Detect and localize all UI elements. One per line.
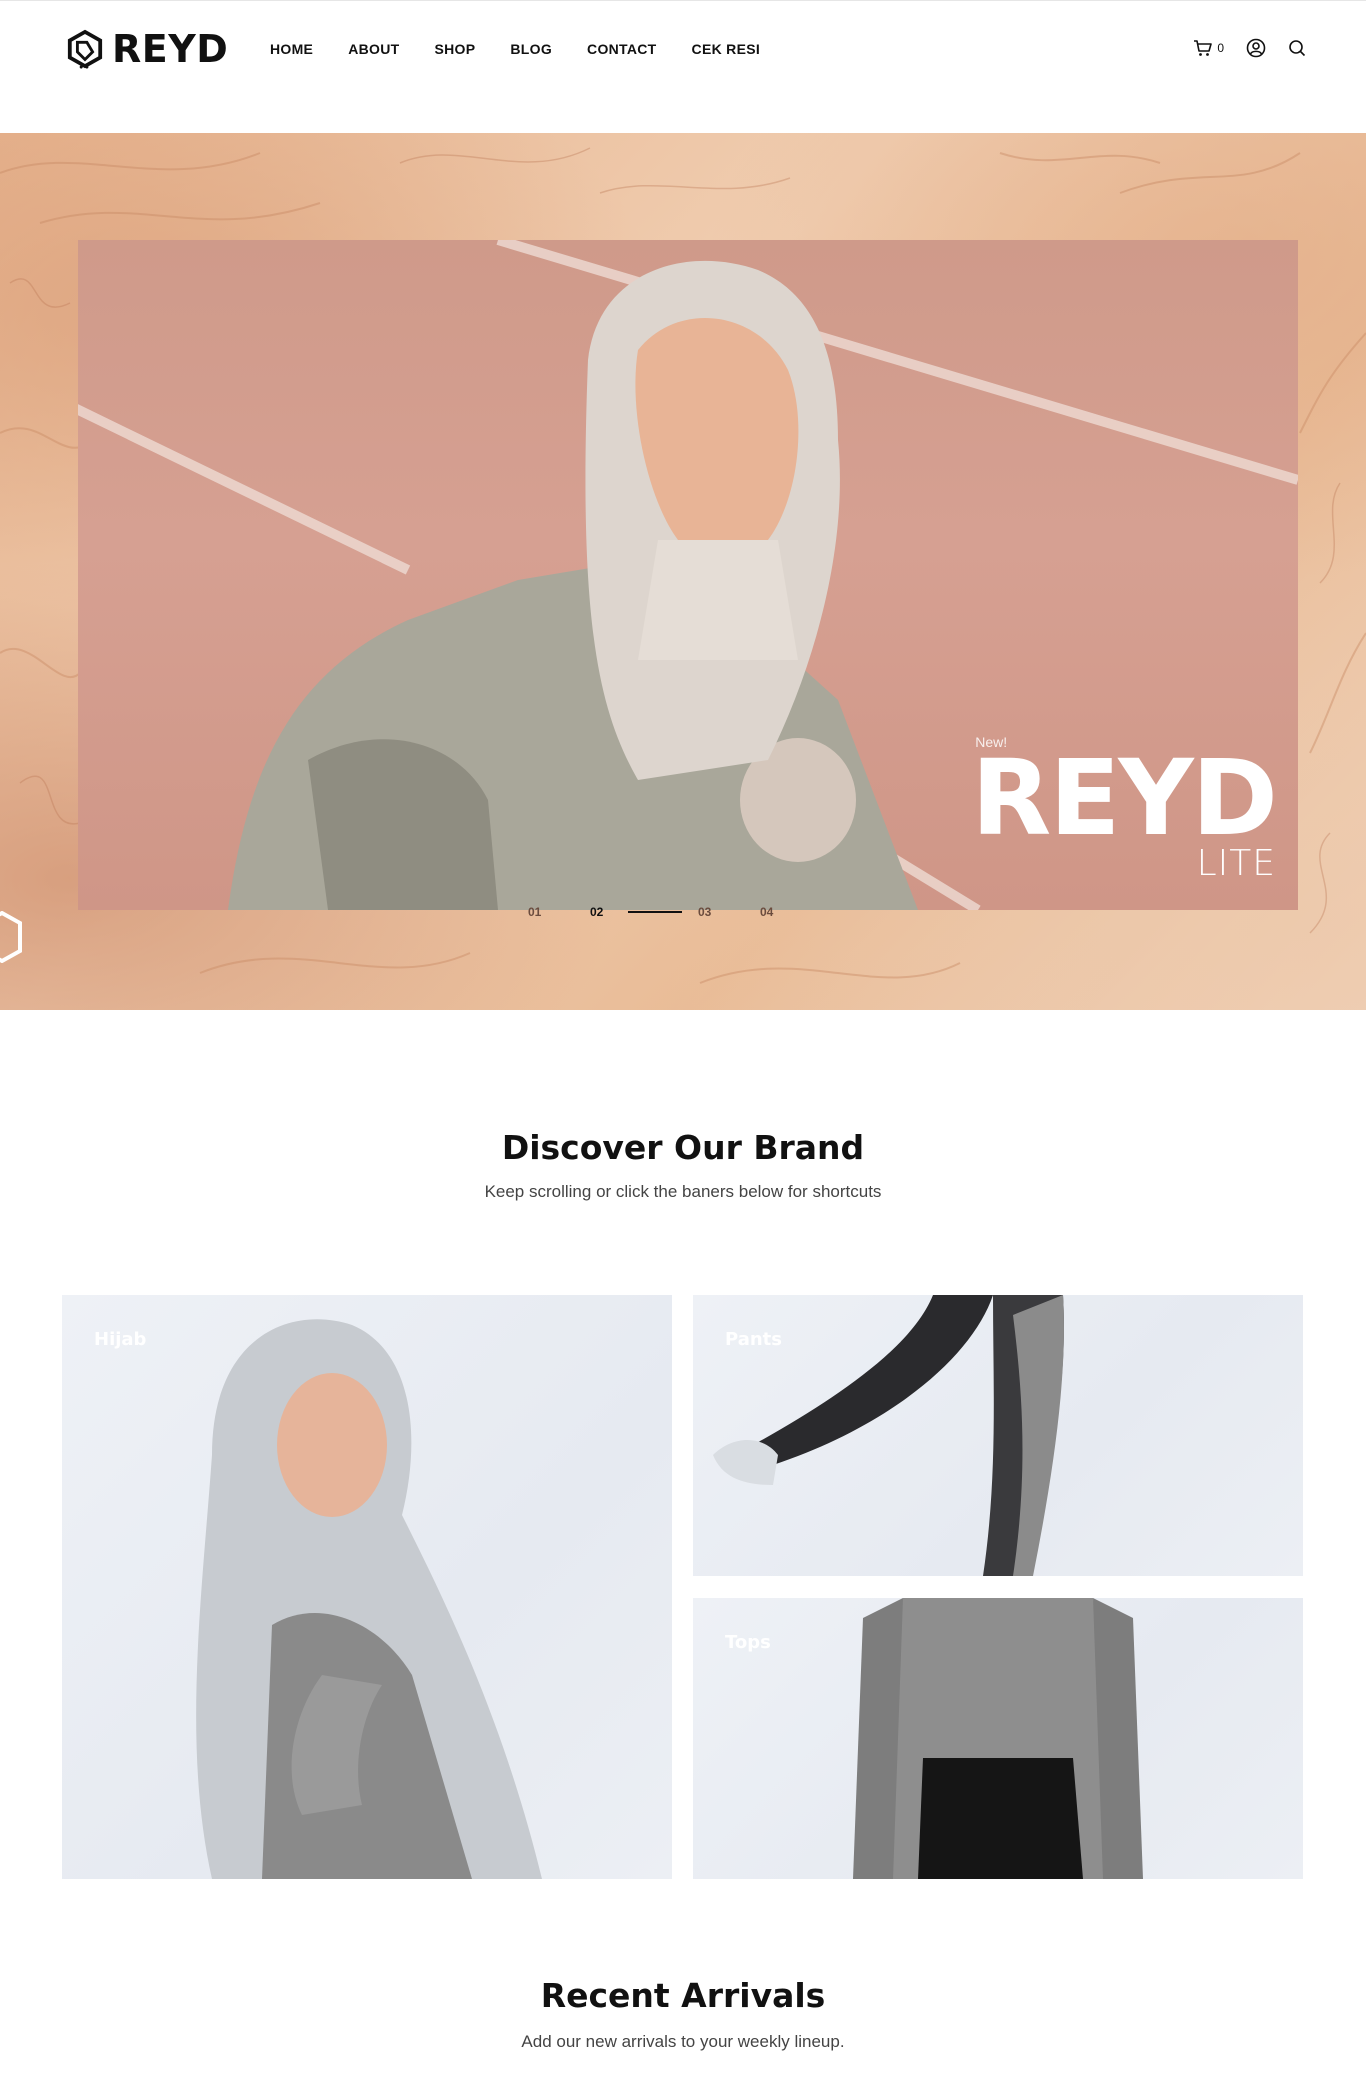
logo[interactable]: REYD <box>66 29 228 69</box>
user-icon[interactable] <box>1246 38 1266 58</box>
nav-home[interactable]: HOME <box>270 41 313 57</box>
cart-icon <box>1193 39 1213 57</box>
nav-cek-resi[interactable]: CEK RESI <box>692 41 761 57</box>
category-tile-hijab[interactable]: Hijab <box>62 1295 672 1879</box>
search-icon[interactable] <box>1288 39 1306 57</box>
category-tile-tops[interactable]: Tops <box>693 1598 1303 1879</box>
hero-slider[interactable]: New! REYD LITE 01 02 03 04 <box>0 133 1366 1010</box>
tops-model-illustration <box>853 1598 1143 1879</box>
pants-model-illustration <box>713 1295 1064 1576</box>
nav-contact[interactable]: CONTACT <box>587 41 657 57</box>
hero-image: New! REYD LITE <box>78 240 1298 910</box>
nav-about[interactable]: ABOUT <box>348 41 399 57</box>
cart-button[interactable]: 0 <box>1193 39 1224 57</box>
discover-subtitle: Keep scrolling or click the baners below… <box>484 1182 882 1201</box>
pager-item-01[interactable]: 01 <box>528 905 590 919</box>
category-tile-pants[interactable]: Pants <box>693 1295 1303 1576</box>
pager-item-04[interactable]: 04 <box>760 905 822 919</box>
logo-mark-icon <box>67 29 103 69</box>
tile-label-tops: Tops <box>725 1632 771 1653</box>
recent-arrivals-subtitle: Add our new arrivals to your weekly line… <box>521 2032 845 2051</box>
site-header: REYD HOME ABOUT SHOP BLOG CONTACT CEK RE… <box>0 0 1366 100</box>
cart-count: 0 <box>1217 41 1224 55</box>
hero-logo-mark-icon <box>0 910 28 968</box>
pager-item-03[interactable]: 03 <box>698 905 760 919</box>
hero-badge: New! REYD LITE <box>971 734 1278 882</box>
tile-label-hijab: Hijab <box>94 1329 147 1350</box>
nav-shop[interactable]: SHOP <box>434 41 475 57</box>
header-actions: 0 <box>1193 38 1306 58</box>
hijab-model-illustration <box>196 1319 543 1879</box>
pager-active-indicator <box>628 911 682 913</box>
pager-item-02[interactable]: 02 <box>590 905 628 919</box>
main-nav: HOME ABOUT SHOP BLOG CONTACT CEK RESI <box>270 41 760 57</box>
recent-arrivals-title: Recent Arrivals <box>540 1976 826 2015</box>
tile-label-pants: Pants <box>725 1329 782 1350</box>
discover-title: Discover Our Brand <box>501 1128 865 1167</box>
hero-pager: 01 02 03 04 <box>528 905 822 919</box>
logo-text: REYD <box>112 27 229 71</box>
nav-blog[interactable]: BLOG <box>510 41 552 57</box>
hero-brand: REYD <box>971 737 1278 859</box>
